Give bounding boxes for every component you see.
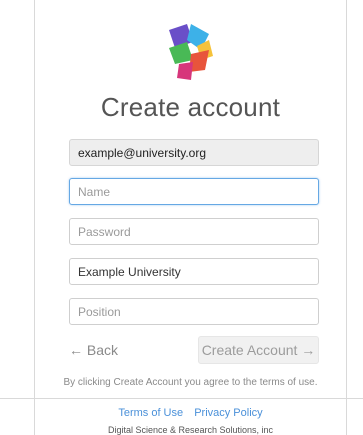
company-name: Digital Science & Research Solutions, in… [107, 425, 274, 435]
email-field[interactable] [69, 139, 319, 166]
frame-border-left [34, 0, 35, 435]
footer-links: Terms of Use Privacy Policy [34, 407, 347, 419]
position-field[interactable] [69, 298, 319, 325]
terms-note: By clicking Create Account you agree to … [63, 377, 318, 388]
university-field[interactable] [69, 258, 319, 285]
password-field[interactable] [69, 218, 319, 245]
privacy-policy-link[interactable]: Privacy Policy [194, 407, 262, 419]
terms-of-use-link[interactable]: Terms of Use [118, 407, 183, 419]
frame-border-right [346, 0, 347, 435]
footer-separator [0, 398, 363, 399]
page-title: Create account [100, 92, 281, 122]
name-field[interactable] [69, 178, 319, 205]
create-account-button[interactable]: Create Account → [198, 336, 319, 364]
dimensions-logo-icon [169, 24, 213, 80]
back-link[interactable]: ← Back [69, 342, 118, 358]
create-account-page: Create account ← Back Create Account → B… [0, 0, 363, 435]
